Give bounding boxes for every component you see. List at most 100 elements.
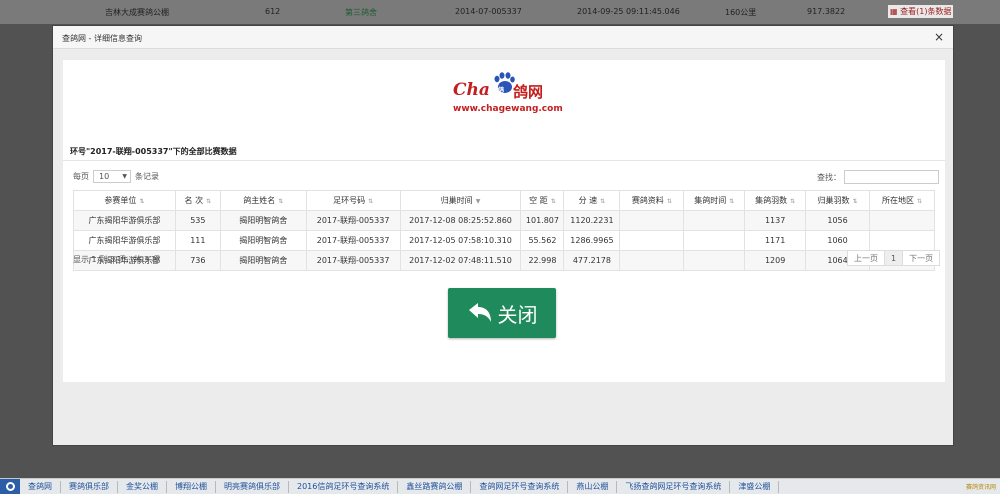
start-ring-icon[interactable] <box>0 478 20 494</box>
table-cell: 揭阳明智鸽舍 <box>219 250 307 271</box>
column-header[interactable]: 鸽主姓名 ⇅ <box>219 190 307 211</box>
table-row: 广东揭阳华游俱乐部 111 揭阳明智鸽舍 2017-联翔-005337 2017-12-… <box>73 230 935 251</box>
column-header[interactable]: 赛鸽资料 ⇅ <box>619 190 685 211</box>
sort-icon: ⇅ <box>852 198 858 205</box>
logo-ge-text: 鸽网 <box>513 83 544 101</box>
close-icon[interactable]: × <box>934 30 944 44</box>
content-panel: Cha 鸽 鸽网 www.chagewang.com 环号"2017-联翔-00… <box>63 60 945 382</box>
background-table-row: 吉林大成赛鸽公棚 612 第三鸽舍 2014-07-005337 2014-09… <box>0 0 1000 24</box>
close-button[interactable]: 关闭 <box>448 288 556 338</box>
prev-page-button[interactable]: 上一页 <box>847 250 885 266</box>
detail-modal: 查鸽网 - 详细信息查询 × Cha 鸽 鸽网 www.chagewang.co… <box>52 25 954 446</box>
sort-icon: ⇅ <box>206 198 212 205</box>
footer-link[interactable]: 鑫丝路赛鸽公棚 <box>398 480 472 493</box>
column-header[interactable]: 归巢羽数 ⇅ <box>805 190 870 211</box>
table-cell: 111 <box>174 230 221 251</box>
divider <box>63 160 945 161</box>
search-control: 查找： <box>817 170 939 184</box>
table-row: 广东揭阳华游俱乐部 736 揭阳明智鸽舍 2017-联翔-005337 2017-12-… <box>73 250 935 271</box>
table-cell: 55.562 <box>520 230 565 251</box>
table-cell: 22.998 <box>520 250 565 271</box>
column-header[interactable]: 分 速 ⇅ <box>563 190 621 211</box>
column-header[interactable]: 空 距 ⇅ <box>520 190 565 211</box>
column-header[interactable]: 集鸽羽数 ⇅ <box>744 190 807 211</box>
footer-link[interactable]: 查鸽网 <box>20 480 61 493</box>
table-cell <box>869 230 935 251</box>
footer-link[interactable]: 明亮赛鸽俱乐部 <box>216 480 289 493</box>
bg-time: 2014-09-25 09:11:45.046 <box>577 7 680 16</box>
sort-icon: ⇅ <box>368 198 374 205</box>
modal-header: 查鸽网 - 详细信息查询 × <box>53 26 953 49</box>
footer-link[interactable]: 博翔公棚 <box>167 480 216 493</box>
footer-link[interactable]: 津盛公棚 <box>730 480 780 493</box>
page-length-select[interactable]: 10 ▼ <box>93 170 131 183</box>
bg-award-link[interactable]: 第三鸽舍 <box>345 7 377 18</box>
watermark: 赛鸽资讯网 <box>965 483 996 491</box>
bg-distance: 160公里 <box>725 8 757 17</box>
table-info: 显示 1 到 3 项，共 3 项 <box>73 255 160 264</box>
sort-icon: ⇅ <box>278 198 284 205</box>
table-cell <box>869 210 935 231</box>
close-button-label: 关闭 <box>497 302 538 327</box>
caret-down-icon: ▼ <box>122 173 127 180</box>
footer-link[interactable]: 飞扬查鸽网足环号查询系统 <box>617 480 731 493</box>
search-label: 查找： <box>817 172 841 182</box>
logo-paw-text: 鸽 <box>498 87 505 94</box>
bg-ring: 2014-07-005337 <box>455 7 522 16</box>
table-cell: 1056 <box>805 210 870 231</box>
sort-desc-icon: ▼ <box>475 198 481 205</box>
table-cell: 2017-联翔-005337 <box>305 250 401 271</box>
sort-icon: ⇅ <box>550 198 556 205</box>
table-cell: 揭阳明智鸽舍 <box>219 210 307 231</box>
table-cell: 2017-12-05 07:58:10.310 <box>399 230 522 251</box>
table-row: 广东揭阳华游俱乐部 535 揭阳明智鸽舍 2017-联翔-005337 2017-12-… <box>73 210 935 231</box>
sort-icon: ⇅ <box>139 198 145 205</box>
chagewang-logo: Cha 鸽 鸽网 www.chagewang.com <box>453 72 563 122</box>
sort-icon: ⇅ <box>666 198 672 205</box>
grid-icon: ▦ <box>890 7 898 16</box>
logo-url: www.chagewang.com <box>453 104 563 114</box>
footer-link[interactable]: 查鸽网足环号查询系统 <box>471 480 569 493</box>
page-heading: 环号"2017-联翔-005337"下的全部比赛数据 <box>70 147 237 156</box>
column-header[interactable]: 名 次 ⇅ <box>174 190 221 211</box>
column-header[interactable]: 归巢时间 ▼ <box>399 190 522 211</box>
table-cell: 1171 <box>744 230 807 251</box>
length-prefix: 每页 <box>73 172 89 181</box>
sort-icon: ⇅ <box>790 198 796 205</box>
footer-link[interactable]: 金奖公棚 <box>118 480 167 493</box>
footer-link[interactable]: 赛鸽俱乐部 <box>61 480 118 493</box>
results-table: 参赛单位 ⇅ 名 次 ⇅ 鸽主姓名 ⇅ 足环号码 ⇅ 归巢时间 ▼ 空 距 ⇅ 分 速 ⇅ 赛鸽资料 ⇅ 集鸽时… <box>73 190 935 271</box>
page-length-control: 每页 10 ▼ 条记录 <box>73 170 159 183</box>
footer-link[interactable]: 燕山公棚 <box>568 480 618 493</box>
table-cell: 2017-联翔-005337 <box>305 210 401 231</box>
current-page-button[interactable]: 1 <box>884 250 904 266</box>
column-header[interactable]: 集鸽时间 ⇅ <box>683 190 746 211</box>
table-cell <box>683 250 746 271</box>
column-header[interactable]: 所在地区 ⇅ <box>869 190 935 211</box>
table-cell: 广东揭阳华游俱乐部 <box>73 230 176 251</box>
length-suffix: 条记录 <box>135 172 159 181</box>
table-cell <box>683 230 746 251</box>
table-cell: 2017-联翔-005337 <box>305 230 401 251</box>
table-cell: 揭阳明智鸽舍 <box>219 230 307 251</box>
table-cell: 1286.9965 <box>563 230 621 251</box>
footer-bar: 查鸽网 赛鸽俱乐部 金奖公棚 博翔公棚 明亮赛鸽俱乐部 2016信鸽足环号查询系统 鑫丝路赛… <box>0 478 1000 494</box>
table-cell: 广东揭阳华游俱乐部 <box>73 210 176 231</box>
table-cell <box>683 210 746 231</box>
search-input[interactable] <box>844 170 939 184</box>
table-cell: 1120.2231 <box>563 210 621 231</box>
table-cell: 1060 <box>805 230 870 251</box>
table-cell: 2017-12-02 07:48:11.510 <box>399 250 522 271</box>
footer-link[interactable]: 2016信鸽足环号查询系统 <box>289 480 399 493</box>
table-cell: 535 <box>174 210 221 231</box>
table-cell: 1209 <box>744 250 807 271</box>
column-header[interactable]: 足环号码 ⇅ <box>305 190 401 211</box>
table-cell <box>619 230 685 251</box>
bg-view-link[interactable]: ▦ 查看(1)条数据 <box>888 5 954 18</box>
column-header[interactable]: 参赛单位 ⇅ <box>73 190 176 211</box>
next-page-button[interactable]: 下一页 <box>902 250 941 266</box>
table-cell: 2017-12-08 08:25:52.860 <box>399 210 522 231</box>
table-cell: 736 <box>174 250 221 271</box>
table-cell <box>619 250 685 271</box>
table-header-row: 参赛单位 ⇅ 名 次 ⇅ 鸽主姓名 ⇅ 足环号码 ⇅ 归巢时间 ▼ 空 距 ⇅ 分 速 ⇅ 赛鸽资料 ⇅ 集鸽时… <box>73 190 935 211</box>
